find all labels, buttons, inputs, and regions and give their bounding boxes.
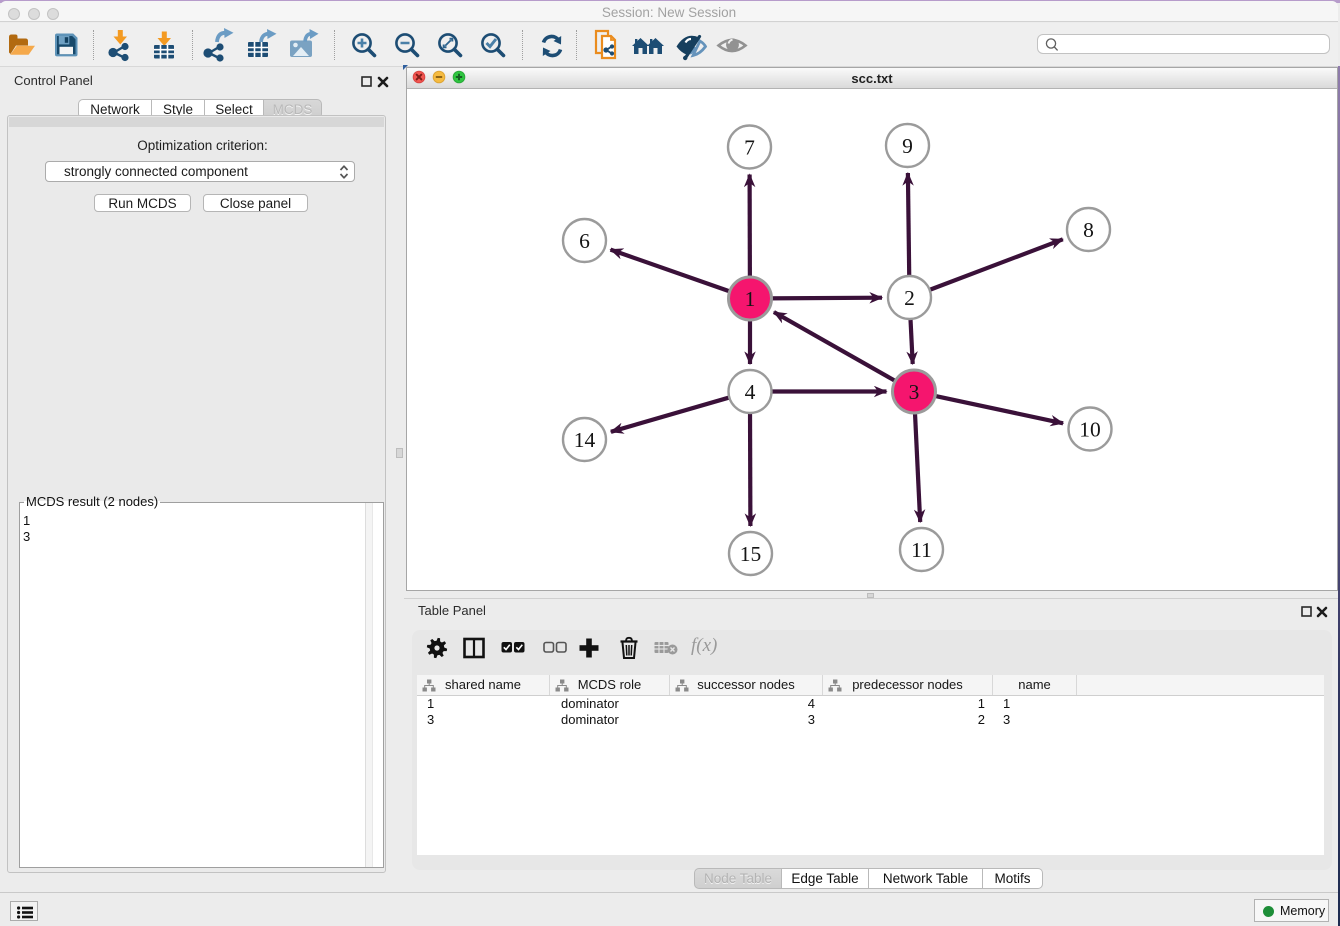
svg-text:1: 1 (745, 287, 756, 311)
svg-text:14: 14 (574, 428, 596, 452)
svg-text:2: 2 (904, 286, 915, 310)
svg-text:4: 4 (745, 380, 756, 404)
svg-text:15: 15 (740, 542, 762, 566)
svg-text:10: 10 (1079, 418, 1101, 442)
svg-text:3: 3 (909, 380, 920, 404)
svg-text:11: 11 (911, 538, 932, 562)
svg-text:7: 7 (744, 136, 755, 160)
svg-text:9: 9 (902, 134, 913, 158)
svg-text:6: 6 (579, 229, 590, 253)
svg-text:8: 8 (1083, 218, 1094, 242)
